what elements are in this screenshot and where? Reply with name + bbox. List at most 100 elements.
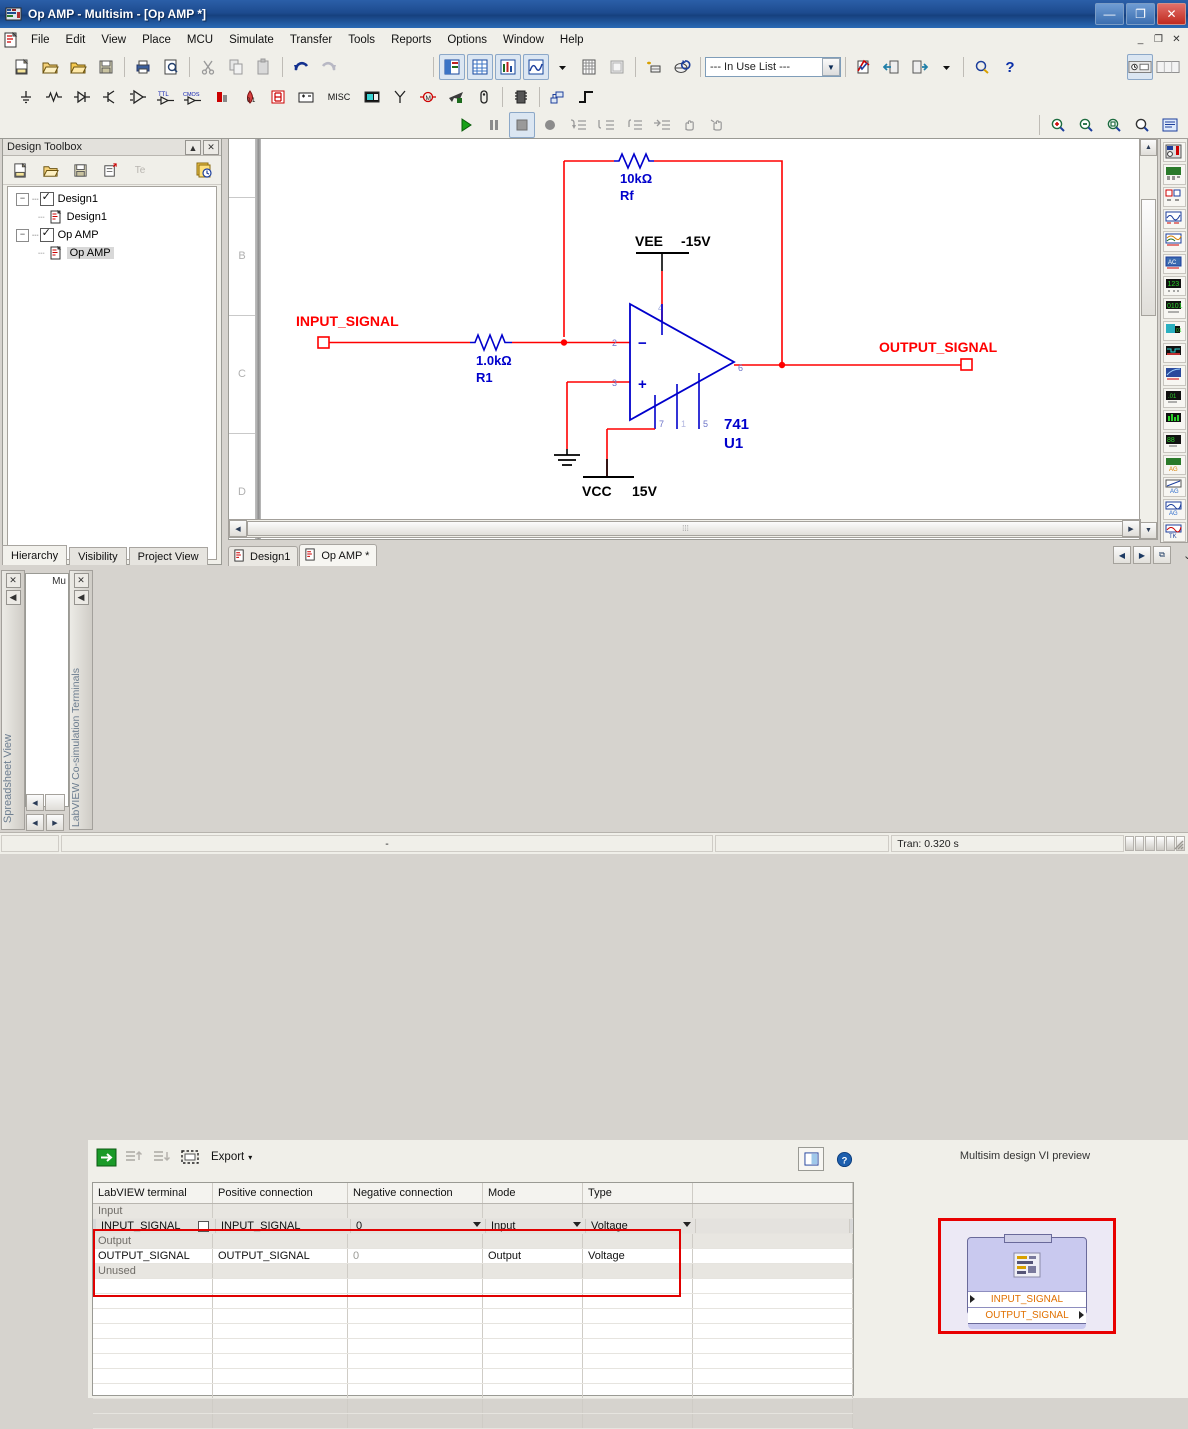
move-down-button[interactable]	[150, 1146, 174, 1168]
stop-button[interactable]	[509, 111, 535, 138]
spectrum-analyzer-icon[interactable]	[1162, 409, 1186, 431]
close-icon[interactable]: ✕	[5, 573, 21, 588]
open-file-button[interactable]	[37, 54, 63, 80]
place-transistor-icon[interactable]	[97, 84, 123, 110]
table-row-input-signal[interactable]: INPUT_SIGNAL INPUT_SIGNAL 0 Input Voltag…	[93, 1219, 853, 1234]
open-design-button[interactable]	[37, 157, 63, 183]
spreadsheet-view-strip[interactable]: ✕ ◀ Spreadsheet View	[1, 570, 25, 830]
design-tree[interactable]: − ┄ Design1 ┄ Design1 − ┄ Op AMP	[7, 186, 217, 560]
place-misc-digital-icon[interactable]	[209, 84, 235, 110]
type-value[interactable]: Voltage	[583, 1249, 693, 1263]
doc-tab-design1[interactable]: Design1	[228, 546, 299, 566]
logic-analyzer-icon[interactable]	[1162, 342, 1186, 364]
canvas-horizontal-scrollbar[interactable]: ◀ ⁞⁞⁞ ▶	[228, 519, 1141, 538]
vertical-scroll-thumb[interactable]	[1141, 199, 1156, 316]
menu-reports[interactable]: Reports	[383, 31, 439, 49]
pause-button[interactable]	[481, 112, 507, 138]
negative-connection-value[interactable]: 0	[348, 1249, 483, 1263]
undo-button[interactable]	[288, 54, 314, 80]
close-icon[interactable]: ✕	[203, 140, 219, 155]
chevron-down-icon[interactable]: ▾	[248, 1153, 252, 1162]
place-diode-icon[interactable]	[69, 84, 95, 110]
auto-hide-icon[interactable]: ◀	[5, 590, 21, 605]
menu-mcu[interactable]: MCU	[179, 31, 221, 49]
save-button[interactable]	[93, 54, 119, 80]
capture-screen-area-button[interactable]	[641, 54, 667, 80]
menu-help[interactable]: Help	[552, 31, 592, 49]
menu-edit[interactable]: Edit	[58, 31, 94, 49]
frequency-counter-icon[interactable]: 123	[1162, 275, 1186, 297]
annotate-dropdown[interactable]	[935, 56, 958, 79]
back-annotate-button[interactable]	[879, 54, 905, 80]
tab-hierarchy[interactable]: Hierarchy	[2, 545, 68, 565]
nav-prev-button[interactable]: ◀	[26, 814, 44, 831]
column-header-labview-terminal[interactable]: LabVIEW terminal	[93, 1183, 213, 1203]
tab-overflow-icon[interactable]: ⌄	[1183, 549, 1188, 562]
nav-next-button[interactable]: ▶	[46, 814, 64, 831]
menu-place[interactable]: Place	[134, 31, 179, 49]
table-row[interactable]	[93, 1309, 853, 1324]
agilent-oscilloscope-icon[interactable]: AG	[1162, 499, 1186, 520]
agilent-function-generator-icon[interactable]: AG	[1162, 454, 1186, 475]
wattmeter-icon[interactable]	[1162, 186, 1186, 207]
zoom-area-button[interactable]	[1101, 112, 1127, 138]
chevron-down-icon[interactable]	[573, 1222, 581, 1227]
checkbox-icon[interactable]	[39, 190, 54, 206]
table-row[interactable]	[93, 1414, 853, 1429]
apply-button[interactable]	[94, 1146, 118, 1168]
pause-at-button[interactable]	[677, 112, 703, 138]
agilent-multimeter-icon[interactable]: AG	[1162, 476, 1186, 498]
place-mixed-icon[interactable]: 0 1	[237, 84, 263, 110]
mdi-close-button[interactable]: ✕	[1169, 32, 1184, 46]
tree-node-design1-project[interactable]: − ┄ Design1	[8, 190, 216, 208]
labview-terminals-strip[interactable]: ✕ ◀ LabVIEW Co-simulation Terminals	[69, 570, 93, 830]
tab-visibility[interactable]: Visibility	[69, 547, 127, 565]
open-sample-button[interactable]	[65, 54, 91, 80]
tab-list-button[interactable]: ⧉	[1153, 546, 1171, 564]
word-generator-icon[interactable]: 0101	[1162, 298, 1186, 319]
place-bus-icon[interactable]	[573, 84, 599, 110]
scroll-up-button[interactable]: ▲	[1140, 139, 1157, 156]
place-connectors-icon[interactable]	[471, 84, 497, 110]
logic-converter-icon[interactable]: 01	[1162, 320, 1186, 341]
table-row[interactable]	[93, 1279, 853, 1294]
function-generator-icon[interactable]	[1162, 164, 1186, 185]
menu-tools[interactable]: Tools	[340, 31, 383, 49]
forward-annotate-button[interactable]	[907, 54, 933, 80]
zoom-out-button[interactable]	[1073, 112, 1099, 138]
column-header-positive-connection[interactable]: Positive connection	[213, 1183, 348, 1203]
zoom-sheet-button[interactable]	[1157, 112, 1183, 138]
menu-file[interactable]: File	[23, 31, 58, 49]
menu-simulate[interactable]: Simulate	[221, 31, 282, 49]
menu-view[interactable]: View	[93, 31, 134, 49]
table-row[interactable]	[93, 1369, 853, 1384]
checkbox-icon[interactable]	[39, 226, 54, 242]
show-grid-button[interactable]	[1155, 54, 1181, 80]
toggle-spreadsheet-view-button[interactable]	[467, 54, 493, 80]
zoom-in-button[interactable]	[1045, 112, 1071, 138]
mdi-minimize-button[interactable]: _	[1133, 32, 1148, 46]
show-comment-button[interactable]	[1127, 54, 1153, 80]
collapse-icon[interactable]: ▲	[185, 140, 201, 155]
grapher-dropdown[interactable]	[551, 56, 574, 79]
schematic-canvas[interactable]: B C D 10kΩ Rf VEE -15V 4 INPUT_SIGNAL 1.…	[228, 138, 1158, 552]
place-nipalette-icon[interactable]	[443, 84, 469, 110]
redo-button[interactable]	[316, 54, 342, 80]
network-analyzer-icon[interactable]: 88	[1162, 432, 1186, 453]
minimize-button[interactable]: —	[1095, 3, 1124, 25]
place-misc-icon[interactable]: MISC	[321, 84, 357, 110]
distortion-analyzer-icon[interactable]: .01	[1162, 387, 1186, 408]
tree-node-design1-sheet[interactable]: ┄ Design1	[8, 208, 216, 226]
mode-value[interactable]: Output	[483, 1249, 583, 1263]
text-button[interactable]: Te	[127, 157, 153, 183]
run-button[interactable]	[453, 112, 479, 138]
scroll-right-button[interactable]: ▶	[1122, 520, 1140, 537]
zoom-fit-button[interactable]	[1129, 112, 1155, 138]
cut-button[interactable]	[195, 54, 221, 80]
column-header-mode[interactable]: Mode	[483, 1183, 583, 1203]
place-analog-icon[interactable]	[125, 84, 151, 110]
place-rf-icon[interactable]	[387, 84, 413, 110]
doc-tab-opamp[interactable]: Op AMP *	[299, 544, 378, 566]
scroll-left-button[interactable]: ◀	[229, 520, 247, 537]
new-sheet-button[interactable]	[97, 157, 123, 183]
